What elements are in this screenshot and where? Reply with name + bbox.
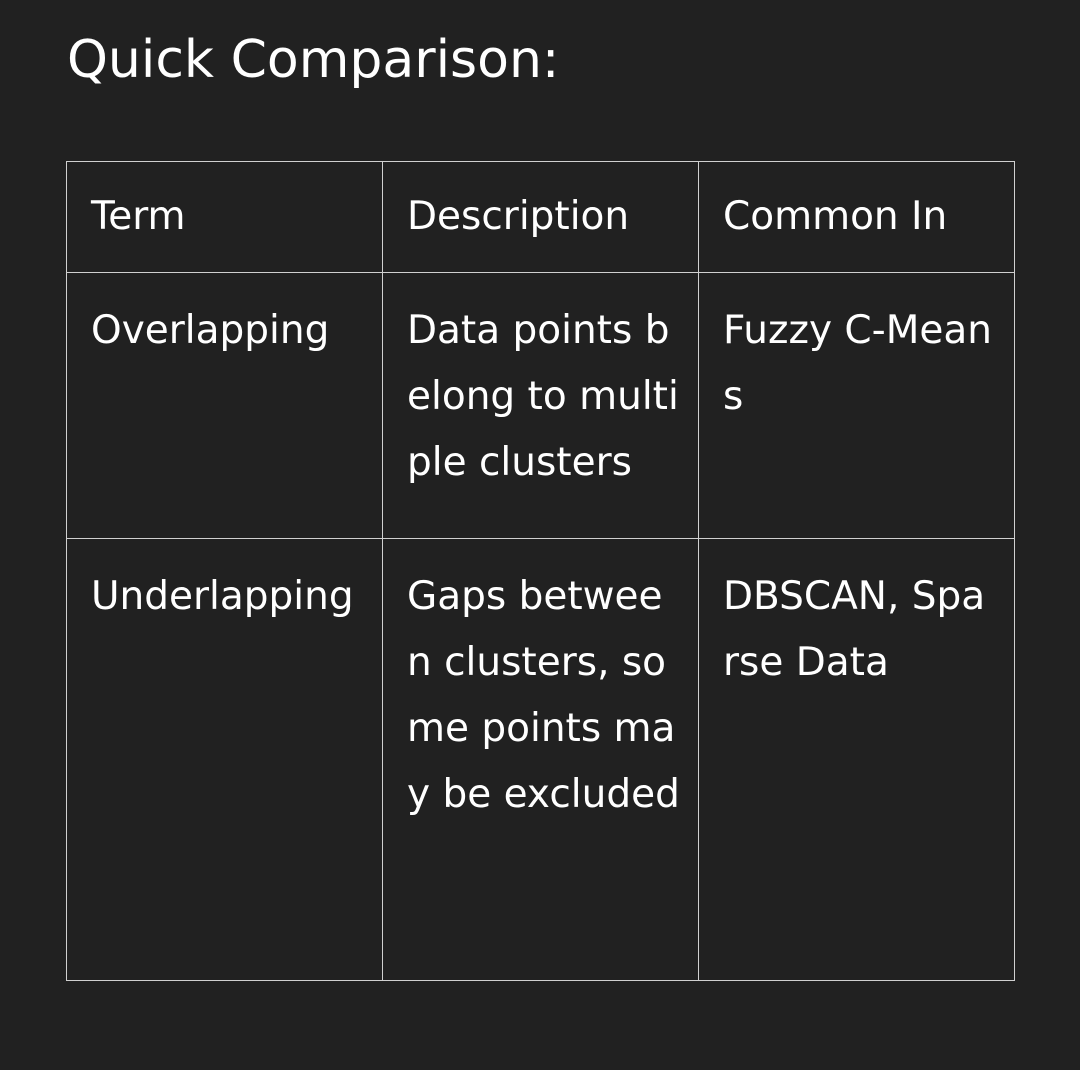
- table-header-row: Term Description Common In: [66, 161, 1015, 273]
- section-heading: Quick Comparison:: [67, 30, 560, 90]
- term-cell: Underlapping: [66, 538, 383, 981]
- comparison-table: Term Description Common In Overlapping D…: [66, 161, 1015, 981]
- description-cell: Data points belong to multiple clusters: [382, 272, 699, 539]
- column-header-description: Description: [382, 161, 699, 273]
- common-in-cell: Fuzzy C-Means: [698, 272, 1015, 539]
- table-header: Term Description Common In: [66, 161, 1015, 273]
- table-body: Overlapping Data points belong to multip…: [66, 272, 1015, 981]
- table-row: Overlapping Data points belong to multip…: [66, 272, 1015, 539]
- column-header-common-in: Common In: [698, 161, 1015, 273]
- description-cell: Gaps between clusters, some points may b…: [382, 538, 699, 981]
- column-header-term: Term: [66, 161, 383, 273]
- table-row: Underlapping Gaps between clusters, some…: [66, 538, 1015, 981]
- term-cell: Overlapping: [66, 272, 383, 539]
- common-in-cell: DBSCAN, Sparse Data: [698, 538, 1015, 981]
